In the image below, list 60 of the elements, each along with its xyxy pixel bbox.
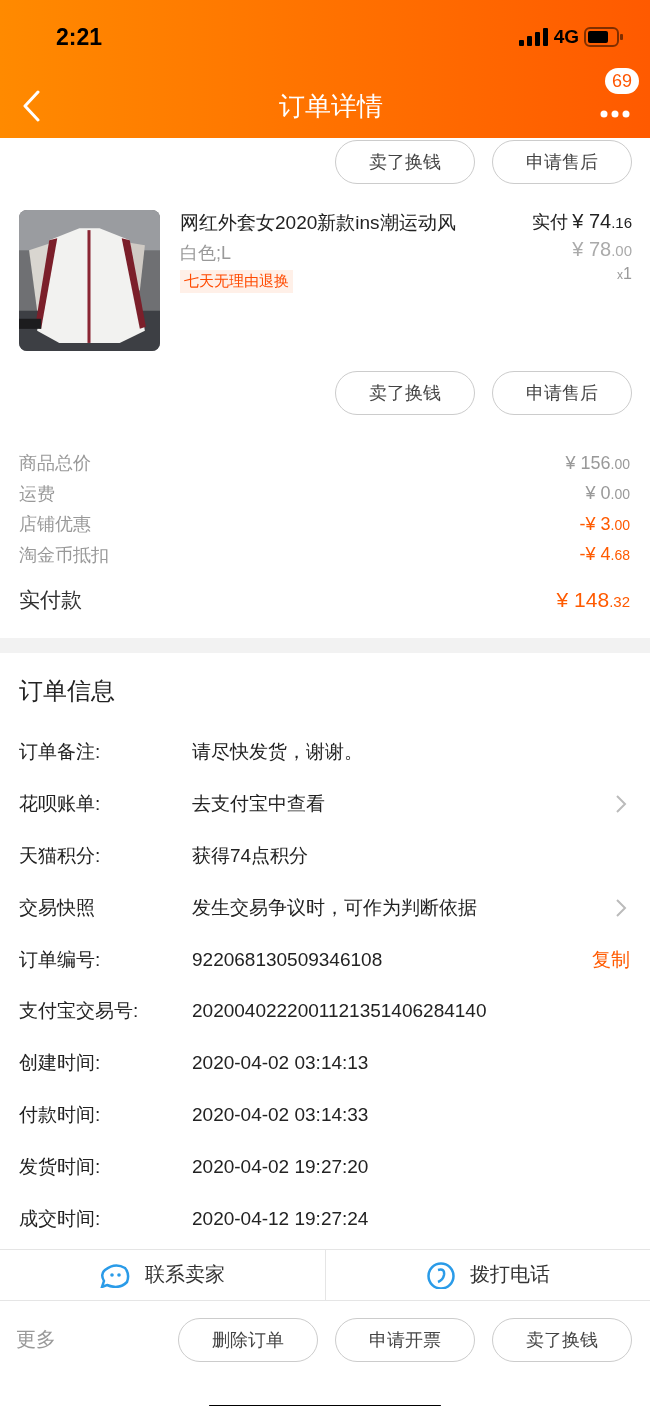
info-label: 天猫积分: — [19, 843, 102, 868]
info-value: 2020-04-02 03:14:33 — [192, 1104, 370, 1127]
price-label: 淘金币抵扣 — [19, 543, 109, 567]
info-label: 付款时间: — [19, 1103, 102, 1128]
action-button[interactable]: 卖了换钱 — [492, 1317, 632, 1362]
price-label: 店铺优惠 — [19, 513, 91, 537]
price-value: ¥ 0.00 — [585, 483, 630, 505]
info-label: 支付宝交易号: — [19, 999, 140, 1024]
chevron-right-icon — [615, 897, 627, 918]
action-button[interactable]: 申请售后 — [492, 371, 632, 415]
info-value[interactable]: 发生交易争议时，可作为判断依据 — [192, 894, 615, 921]
info-value: 2020-04-12 19:27:24 — [192, 1207, 370, 1230]
action-button[interactable]: 申请开票 — [335, 1317, 475, 1362]
section-title: 订单信息 — [19, 676, 116, 706]
action-button[interactable]: 卖了换钱 — [335, 371, 475, 415]
paid-label: 实付 — [532, 211, 569, 234]
info-label: 创建时间: — [19, 1051, 102, 1076]
info-label: 订单编号: — [19, 947, 102, 972]
network-label: 4G — [553, 26, 579, 48]
product-sku: 白色;L — [180, 242, 231, 265]
product-title[interactable]: 网红外套女2020新款ins潮运动风 — [180, 210, 456, 236]
signal-icon — [518, 28, 549, 46]
info-value: 2020040222001121351406284140 — [192, 1000, 488, 1023]
info-value: 2020-04-02 19:27:20 — [192, 1156, 370, 1179]
info-label: 花呗账单: — [19, 791, 102, 816]
return-policy-tag: 七天无理由退换 — [180, 270, 293, 293]
info-value: 2020-04-02 03:14:13 — [192, 1052, 370, 1075]
phone-icon — [425, 1260, 456, 1289]
total-value: ¥ 148.32 — [556, 588, 630, 612]
info-label: 成交时间: — [19, 1206, 102, 1231]
price-value: -¥ 3.00 — [579, 513, 630, 535]
info-label: 订单备注: — [19, 739, 102, 764]
contact-button[interactable]: 联系卖家 — [0, 1249, 325, 1300]
info-value[interactable]: 去支付宝中查看 — [192, 790, 615, 817]
info-label: 发货时间: — [19, 1155, 102, 1180]
action-button[interactable]: 卖了换钱 — [335, 140, 475, 184]
original-price: ¥ 78.00 — [572, 238, 632, 261]
status-time: 2:21 — [56, 23, 103, 51]
action-button[interactable]: 申请售后 — [492, 140, 632, 184]
page-title: 订单详情 — [278, 89, 384, 123]
info-value: 获得74点积分 — [192, 843, 310, 868]
price-value: -¥ 4.68 — [579, 544, 630, 566]
chat-icon — [99, 1261, 132, 1288]
total-label: 实付款 — [19, 587, 82, 613]
price-label: 运费 — [19, 482, 55, 506]
back-icon — [22, 90, 40, 122]
info-label: 交易快照 — [19, 895, 96, 920]
message-count-badge: 69 — [604, 68, 639, 94]
quantity: x1 — [617, 265, 632, 283]
info-value: 请尽快发货，谢谢。 — [192, 739, 364, 764]
price-value: ¥ 156.00 — [565, 452, 630, 474]
more-button[interactable] — [600, 110, 630, 118]
contact-button[interactable]: 拨打电话 — [324, 1249, 650, 1300]
info-value: 922068130509346108 — [192, 948, 384, 971]
battery-icon — [584, 27, 624, 47]
action-button[interactable]: 删除订单 — [178, 1317, 318, 1362]
more-icon — [600, 110, 630, 118]
chevron-right-icon — [615, 793, 627, 814]
paid-price: ¥ 74.16 — [572, 210, 632, 233]
price-label: 商品总价 — [19, 452, 91, 476]
